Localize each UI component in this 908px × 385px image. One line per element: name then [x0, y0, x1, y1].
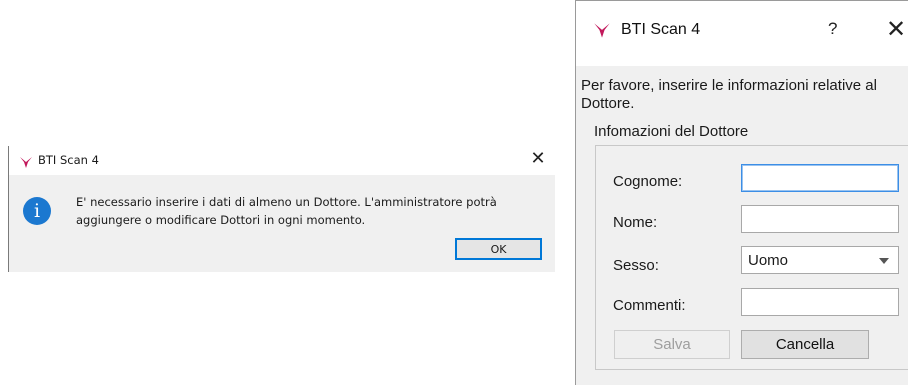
- cognome-input[interactable]: [741, 164, 899, 192]
- commenti-label: Commenti:: [613, 297, 686, 314]
- commenti-input[interactable]: [741, 288, 899, 316]
- group-title: Infomazioni del Dottore: [594, 123, 749, 140]
- intro-text: Per favore, inserire le informazioni rel…: [581, 77, 908, 113]
- sesso-select[interactable]: Uomo: [741, 246, 899, 274]
- sesso-label: Sesso:: [613, 257, 659, 274]
- info-message-box: BTI Scan 4 ✕ i E' necessario inserire i …: [8, 146, 555, 272]
- message-box-title: BTI Scan 4: [38, 153, 99, 167]
- bti-logo-icon: [593, 22, 611, 44]
- doctor-info-dialog: BTI Scan 4 ? ✕ Per favore, inserire le i…: [575, 0, 908, 385]
- dialog-title: BTI Scan 4: [621, 21, 701, 38]
- message-box-titlebar: BTI Scan 4 ✕: [9, 146, 555, 175]
- info-icon: i: [23, 197, 51, 225]
- dialog-titlebar: BTI Scan 4 ? ✕: [576, 1, 908, 66]
- message-line-1: E' necessario inserire i dati di almeno …: [76, 195, 497, 209]
- close-icon[interactable]: ✕: [527, 148, 549, 169]
- ok-button[interactable]: OK: [455, 238, 542, 260]
- close-icon[interactable]: ✕: [886, 15, 906, 44]
- save-button[interactable]: Salva: [614, 330, 730, 359]
- intro-line-1: Per favore, inserire le informazioni rel…: [581, 77, 877, 94]
- help-icon[interactable]: ?: [828, 19, 837, 39]
- chevron-down-icon: [879, 258, 889, 264]
- bti-logo-icon: [19, 154, 33, 173]
- nome-input[interactable]: [741, 205, 899, 233]
- cognome-label: Cognome:: [613, 173, 683, 190]
- sesso-selected-value: Uomo: [748, 252, 789, 269]
- message-line-2: aggiungere o modificare Dottori in ogni …: [76, 213, 366, 227]
- cancel-button[interactable]: Cancella: [741, 330, 869, 359]
- nome-label: Nome:: [613, 214, 658, 231]
- intro-line-2: Dottore.: [581, 95, 635, 112]
- message-text: E' necessario inserire i dati di almeno …: [76, 193, 546, 229]
